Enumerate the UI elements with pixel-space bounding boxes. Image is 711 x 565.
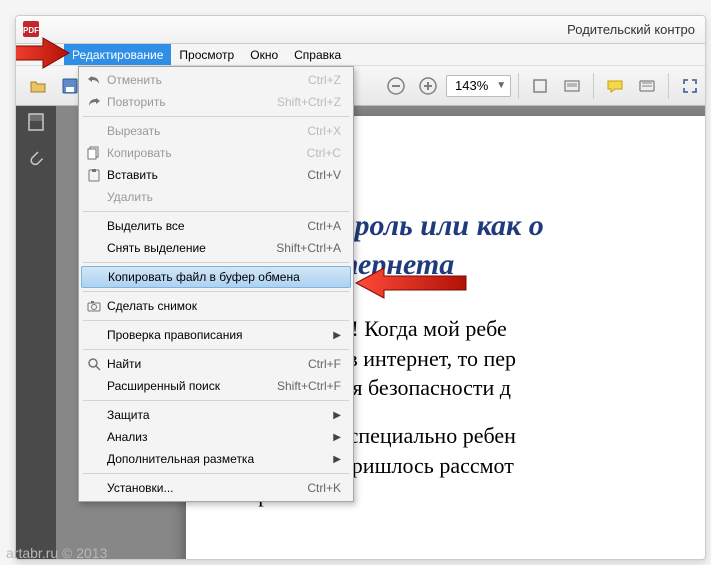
menu-item[interactable]: Выделить всеCtrl+A (81, 215, 351, 237)
window-title: Родительский контро (567, 22, 695, 37)
menu-item-shortcut: Ctrl+V (307, 168, 341, 182)
menu-item[interactable]: НайтиCtrl+F (81, 353, 351, 375)
copy-icon (81, 146, 107, 160)
menu-edit[interactable]: Редактирование (64, 44, 171, 65)
menu-item-shortcut: Shift+Ctrl+A (276, 241, 341, 255)
menu-help[interactable]: Справка (286, 44, 349, 65)
tool-button-2[interactable] (558, 72, 586, 100)
redo-icon (81, 95, 107, 109)
zoom-in-button[interactable] (414, 72, 442, 100)
attachments-icon[interactable] (26, 149, 46, 172)
menu-item-label: Копировать (107, 146, 307, 160)
search-icon (81, 357, 107, 371)
menu-item-label: Найти (107, 357, 308, 371)
menu-item[interactable]: Установки...Ctrl+K (81, 477, 351, 499)
menu-separator (83, 291, 349, 292)
separator (593, 73, 594, 99)
menu-item-label: Проверка правописания (107, 328, 333, 342)
separator (518, 73, 519, 99)
nav-panel (16, 106, 56, 559)
menu-item[interactable]: Защита▶ (81, 404, 351, 426)
menu-separator (83, 116, 349, 117)
menu-item-label: Установки... (107, 481, 307, 495)
menu-item[interactable]: Сделать снимок (81, 295, 351, 317)
menu-item-label: Отменить (107, 73, 308, 87)
menu-item[interactable]: Копировать файл в буфер обмена (81, 266, 351, 288)
menu-item-label: Снять выделение (107, 241, 276, 255)
menu-item-label: Анализ (107, 430, 333, 444)
chevron-down-icon: ▼ (496, 80, 506, 91)
menu-item[interactable]: Дополнительная разметка▶ (81, 448, 351, 470)
submenu-arrow-icon: ▶ (333, 330, 341, 341)
adobe-reader-window: PDF Родительский контро Редактирование П… (15, 15, 706, 560)
menu-item-shortcut: Ctrl+K (307, 481, 341, 495)
menu-item-label: Вставить (107, 168, 307, 182)
menu-item-shortcut: Ctrl+A (307, 219, 341, 233)
menubar: Редактирование Просмотр Окно Справка (16, 44, 705, 66)
menu-item-shortcut: Ctrl+X (307, 124, 341, 138)
thumbnails-icon[interactable] (26, 112, 46, 135)
menu-item[interactable]: Анализ▶ (81, 426, 351, 448)
zoom-value: 143% (455, 78, 488, 93)
share-button[interactable] (633, 72, 661, 100)
fullscreen-button[interactable] (676, 72, 704, 100)
menu-item-label: Защита (107, 408, 333, 422)
submenu-arrow-icon: ▶ (333, 454, 341, 465)
open-file-button[interactable] (24, 72, 52, 100)
menu-item: ВырезатьCtrl+X (81, 120, 351, 142)
menu-item-shortcut: Ctrl+C (307, 146, 341, 160)
paste-icon (81, 168, 107, 182)
menu-item-shortcut: Shift+Ctrl+F (277, 379, 341, 393)
menu-item: КопироватьCtrl+C (81, 142, 351, 164)
menu-separator (83, 473, 349, 474)
camera-icon (81, 299, 107, 313)
menu-item[interactable]: Проверка правописания▶ (81, 324, 351, 346)
menu-item-shortcut: Ctrl+Z (308, 73, 341, 87)
pdf-file-icon: PDF (22, 20, 40, 38)
menu-item-label: Расширенный поиск (107, 379, 277, 393)
menu-separator (83, 400, 349, 401)
menu-separator (83, 211, 349, 212)
menu-item-label: Вырезать (107, 124, 307, 138)
comment-button[interactable] (601, 72, 629, 100)
menu-item: ОтменитьCtrl+Z (81, 69, 351, 91)
menu-window[interactable]: Окно (242, 44, 286, 65)
zoom-level-select[interactable]: 143% ▼ (446, 75, 511, 97)
menu-item-label: Повторить (107, 95, 277, 109)
menu-item: Удалить (81, 186, 351, 208)
svg-text:PDF: PDF (23, 26, 39, 35)
menu-separator (83, 349, 349, 350)
tool-button-1[interactable] (526, 72, 554, 100)
menu-item-shortcut: Ctrl+F (308, 357, 341, 371)
submenu-arrow-icon: ▶ (333, 432, 341, 443)
menu-item-label: Дополнительная разметка (107, 452, 333, 466)
zoom-out-button[interactable] (382, 72, 410, 100)
menu-item: ПовторитьShift+Ctrl+Z (81, 91, 351, 113)
menu-item-shortcut: Shift+Ctrl+Z (277, 95, 341, 109)
menu-separator (83, 262, 349, 263)
titlebar: PDF Родительский контро (16, 16, 705, 44)
menu-item[interactable]: Расширенный поискShift+Ctrl+F (81, 375, 351, 397)
menu-item-label: Удалить (107, 190, 341, 204)
menu-item-label: Копировать файл в буфер обмена (108, 270, 340, 284)
menu-item[interactable]: ВставитьCtrl+V (81, 164, 351, 186)
watermark: artabr.ru © 2013 (6, 545, 107, 561)
menu-separator (83, 320, 349, 321)
undo-icon (81, 73, 107, 87)
menu-item[interactable]: Снять выделениеShift+Ctrl+A (81, 237, 351, 259)
menu-view[interactable]: Просмотр (171, 44, 242, 65)
menu-item-label: Выделить все (107, 219, 307, 233)
edit-menu-dropdown: ОтменитьCtrl+ZПовторитьShift+Ctrl+ZВырез… (78, 66, 354, 502)
menu-item-label: Сделать снимок (107, 299, 341, 313)
separator (668, 73, 669, 99)
submenu-arrow-icon: ▶ (333, 410, 341, 421)
